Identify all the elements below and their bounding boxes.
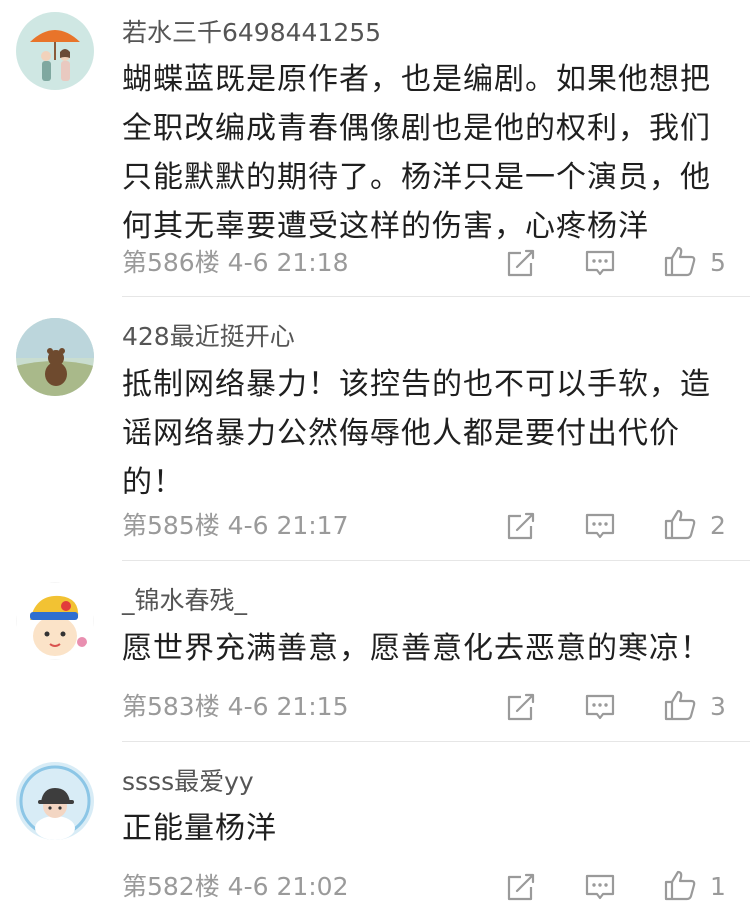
divider <box>122 560 750 561</box>
like-count: 5 <box>710 248 726 277</box>
comment-text-line: 正能量杨洋 <box>122 811 277 846</box>
comment-text: 愿世界充满善意，愿善意化去恶意的寒凉！ <box>122 624 732 673</box>
comment-text-line: 抵制网络暴力！该控告的也不可以手软，造 <box>122 367 711 402</box>
thumb-up-icon[interactable] <box>663 868 697 902</box>
floor-number: 第583楼 <box>122 692 220 721</box>
comment-text-line: 的！ <box>122 465 184 500</box>
like-count: 3 <box>710 692 726 721</box>
floor-number: 第586楼 <box>122 248 220 277</box>
comment-text-line: 蝴蝶蓝既是原作者，也是编剧。如果他想把 <box>122 62 711 97</box>
comment-username[interactable]: 428最近挺开心 <box>122 322 295 352</box>
comment-username[interactable]: _锦水春残_ <box>122 586 247 616</box>
comment-meta: 第585楼 4-6 21:17 <box>122 511 349 541</box>
thumb-up-icon[interactable] <box>663 688 697 722</box>
like-count: 2 <box>710 511 726 540</box>
comment-icon[interactable] <box>583 870 617 904</box>
avatar[interactable] <box>16 12 94 90</box>
thumb-up-icon[interactable] <box>663 507 697 541</box>
comment-time: 4-6 21:18 <box>227 248 349 277</box>
comment-username[interactable]: 若水三千6498441255 <box>122 18 381 48</box>
floor-number: 第585楼 <box>122 511 220 540</box>
comment-icon[interactable] <box>583 690 617 724</box>
comment-text: 正能量杨洋 <box>122 804 732 853</box>
comment-text: 蝴蝶蓝既是原作者，也是编剧。如果他想把 全职改编成青春偶像剧也是他的权利，我们 … <box>122 55 732 251</box>
share-icon[interactable] <box>504 509 538 543</box>
comment-icon[interactable] <box>583 246 617 280</box>
divider <box>122 741 750 742</box>
comment-text-line: 全职改编成青春偶像剧也是他的权利，我们 <box>122 111 711 146</box>
comment-username[interactable]: ssss最爱yy <box>122 767 254 797</box>
comment-text-line: 何其无辜要遭受这样的伤害，心疼杨洋 <box>122 209 649 244</box>
comment-meta: 第583楼 4-6 21:15 <box>122 692 349 722</box>
comment-meta: 第582楼 4-6 21:02 <box>122 872 349 902</box>
avatar[interactable] <box>16 318 94 396</box>
divider <box>122 296 750 297</box>
like-count: 1 <box>710 872 726 901</box>
comment-text-line: 只能默默的期待了。杨洋只是一个演员，他 <box>122 160 711 195</box>
share-icon[interactable] <box>504 870 538 904</box>
share-icon[interactable] <box>504 690 538 724</box>
comment-text: 抵制网络暴力！该控告的也不可以手软，造 谣网络暴力公然侮辱他人都是要付出代价 的… <box>122 360 732 507</box>
comment-text-line: 愿世界充满善意，愿善意化去恶意的寒凉！ <box>122 631 711 666</box>
comment-time: 4-6 21:17 <box>227 511 349 540</box>
avatar[interactable] <box>16 582 94 660</box>
thumb-up-icon[interactable] <box>663 244 697 278</box>
avatar[interactable] <box>16 762 94 840</box>
comment-text-line: 谣网络暴力公然侮辱他人都是要付出代价 <box>122 416 680 451</box>
comment-icon[interactable] <box>583 509 617 543</box>
comment-meta: 第586楼 4-6 21:18 <box>122 248 349 278</box>
share-icon[interactable] <box>504 246 538 280</box>
comment-time: 4-6 21:15 <box>227 692 349 721</box>
floor-number: 第582楼 <box>122 872 220 901</box>
comment-time: 4-6 21:02 <box>227 872 349 901</box>
